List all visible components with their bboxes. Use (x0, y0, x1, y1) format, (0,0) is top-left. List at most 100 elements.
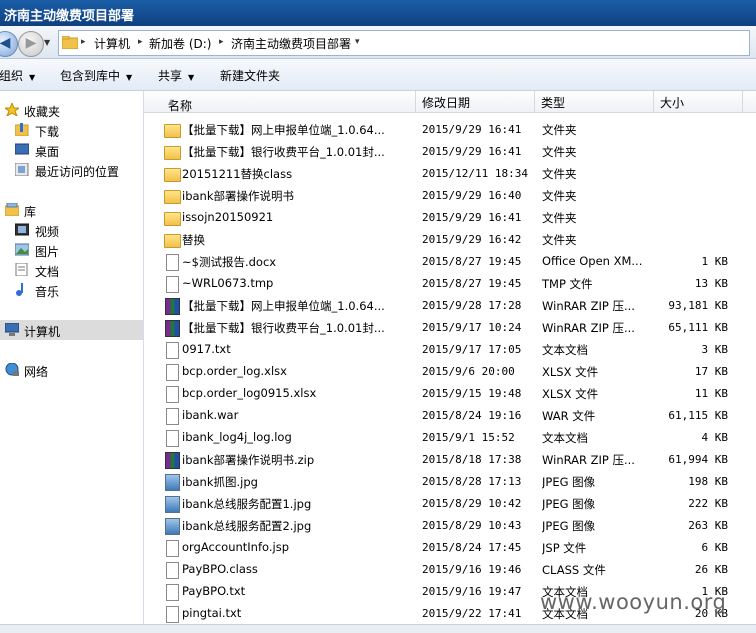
file-size: 17 KB (694, 365, 728, 378)
file-name: 【批量下载】网上申报单位端_1.0.64... (182, 299, 385, 313)
nav-desktop[interactable]: 桌面 (0, 140, 143, 160)
nav-pictures[interactable]: 图片 (0, 240, 143, 260)
chevron-right-icon[interactable]: ▸ (138, 37, 143, 47)
new-folder-button[interactable]: 新建文件夹 (220, 67, 280, 84)
nav-videos[interactable]: 视频 (0, 220, 143, 240)
file-size: 13 KB (694, 277, 728, 290)
sort-ascending-icon: ▲ (168, 97, 175, 106)
file-name: ibank.war (182, 408, 239, 422)
file-name: ibank部署操作说明书.zip (182, 453, 315, 467)
column-type[interactable]: 类型 (535, 91, 654, 112)
file-row[interactable]: 20151211替换class 2015/12/11 18:34 文件夹 (144, 163, 756, 185)
winrar-archive-icon (165, 320, 180, 337)
nav-music[interactable]: 音乐 (0, 280, 143, 300)
file-type: WinRAR ZIP 压... (542, 453, 635, 467)
file-row[interactable]: ibank部署操作说明书 2015/9/29 16:40 文件夹 (144, 185, 756, 207)
file-row[interactable]: ibank.war 2015/8/24 19:16 WAR 文件 61,115 KB (144, 405, 756, 427)
file-type: JPEG 图像 (542, 519, 596, 533)
nav-computer[interactable]: 计算机 (0, 320, 143, 340)
file-size: 263 KB (688, 519, 728, 532)
forward-button[interactable]: ▶ (18, 31, 44, 57)
breadcrumb-folder[interactable]: 济南主动缴费项目部署 (231, 35, 351, 52)
file-row[interactable]: 【批量下载】银行收费平台_1.0.01封... 2015/9/29 16:41 文件… (144, 141, 756, 163)
file-row[interactable]: ibank抓图.jpg 2015/8/28 17:13 JPEG 图像 198 KB (144, 471, 756, 493)
file-type: 文件夹 (542, 145, 577, 159)
nav-libraries[interactable]: 库 (0, 200, 143, 220)
file-row[interactable]: PayBPO.class 2015/9/16 19:46 CLASS 文件 26 KB (144, 559, 756, 581)
image-file-icon (165, 518, 180, 535)
file-icon (166, 254, 179, 271)
file-date: 2015/9/17 10:24 (422, 321, 522, 334)
share-button[interactable]: 共享 ▼ (158, 67, 194, 84)
file-name: 【批量下载】网上申报单位端_1.0.64... (182, 123, 385, 137)
nav-favorites[interactable]: 收藏夹 (0, 100, 143, 120)
file-date: 2015/9/29 16:41 (422, 123, 522, 136)
column-size[interactable]: 大小 (654, 91, 743, 112)
file-type: XLSX 文件 (542, 387, 599, 401)
file-name: ibank总线服务配置2.jpg (182, 519, 312, 533)
column-name[interactable]: 名称 ▲ (144, 91, 416, 113)
file-row[interactable]: 【批量下载】网上申报单位端_1.0.64... 2015/9/29 16:41 文件… (144, 119, 756, 141)
nav-downloads[interactable]: 下载 (0, 120, 143, 140)
organize-button[interactable]: 组织 ▼ (0, 67, 35, 84)
file-size: 4 KB (701, 431, 729, 444)
file-size: 1 KB (701, 255, 729, 268)
file-date: 2015/8/24 19:16 (422, 409, 522, 422)
nav-recent[interactable]: 最近访问的位置 (0, 160, 143, 180)
command-toolbar: 组织 ▼ 包含到库中 ▼ 共享 ▼ 新建文件夹 (0, 59, 756, 91)
file-row[interactable]: ibank总线服务配置2.jpg 2015/8/29 10:43 JPEG 图像 26… (144, 515, 756, 537)
file-row[interactable]: ~WRL0673.tmp 2015/8/27 19:45 TMP 文件 13 KB (144, 273, 756, 295)
file-row[interactable]: 0917.txt 2015/9/17 17:05 文本文档 3 KB (144, 339, 756, 361)
file-icon (166, 342, 179, 359)
file-name: ibank部署操作说明书 (182, 189, 294, 203)
folder-icon (164, 212, 181, 226)
include-library-button[interactable]: 包含到库中 ▼ (60, 67, 132, 84)
file-type: XLSX 文件 (542, 365, 599, 379)
file-date: 2015/9/29 16:41 (422, 211, 522, 224)
breadcrumb-drive[interactable]: 新加卷 (D:) (149, 35, 211, 52)
file-date: 2015/9/28 17:28 (422, 299, 522, 312)
file-name: 【批量下载】银行收费平台_1.0.01封... (182, 321, 385, 335)
file-icon (166, 408, 179, 425)
breadcrumb-computer[interactable]: 计算机 (94, 35, 130, 52)
nav-documents[interactable]: 文档 (0, 260, 143, 280)
folder-icon (62, 36, 78, 49)
file-row[interactable]: 【批量下载】网上申报单位端_1.0.64... 2015/9/28 17:28 Wi… (144, 295, 756, 317)
file-row[interactable]: ibank总线服务配置1.jpg 2015/8/29 10:42 JPEG 图像 22… (144, 493, 756, 515)
file-row[interactable]: ~$测试报告.docx 2015/8/27 19:45 Office Open XM… (144, 251, 756, 273)
folder-icon (164, 234, 181, 248)
file-row[interactable]: orgAccountInfo.jsp 2015/8/24 17:45 JSP 文件 6… (144, 537, 756, 559)
column-date[interactable]: 修改日期 (416, 91, 535, 112)
file-type: JPEG 图像 (542, 475, 596, 489)
nav-network[interactable]: 网络 (0, 360, 143, 380)
file-row[interactable]: 【批量下载】银行收费平台_1.0.01封... 2015/9/17 10:24 Wi… (144, 317, 756, 339)
back-button[interactable]: ◀ (0, 31, 18, 57)
file-name: 替换 (182, 233, 205, 247)
history-dropdown-icon[interactable]: ▼ (44, 38, 50, 47)
file-name: ~WRL0673.tmp (182, 276, 274, 290)
file-type: WAR 文件 (542, 409, 596, 423)
file-type: 文件夹 (542, 167, 577, 181)
file-type: WinRAR ZIP 压... (542, 321, 635, 335)
file-row[interactable]: ibank_log4j_log.log 2015/9/1 15:52 文本文档 4 K… (144, 427, 756, 449)
window-title: 济南主动缴费项目部署 (4, 9, 135, 24)
file-type: 文件夹 (542, 233, 577, 247)
file-date: 2015/9/15 19:48 (422, 387, 522, 400)
folder-icon (164, 124, 181, 138)
library-icon (5, 203, 19, 216)
file-row[interactable]: bcp.order_log0915.xlsx 2015/9/15 19:48 XLS… (144, 383, 756, 405)
file-name: pingtai.txt (182, 606, 242, 620)
breadcrumb[interactable]: ▸ 计算机 ▸ 新加卷 (D:) ▸ 济南主动缴费项目部署 ▾ (58, 30, 750, 56)
file-row[interactable]: ibank部署操作说明书.zip 2015/8/18 17:38 WinRAR ZI… (144, 449, 756, 471)
file-row[interactable]: 替换 2015/9/29 16:42 文件夹 (144, 229, 756, 251)
file-row[interactable]: bcp.order_log.xlsx 2015/9/6 20:00 XLSX 文件 1… (144, 361, 756, 383)
file-row[interactable]: issojn20150921 2015/9/29 16:41 文件夹 (144, 207, 756, 229)
chevron-right-icon[interactable]: ▸ (81, 37, 86, 47)
chevron-down-icon[interactable]: ▾ (355, 37, 360, 47)
file-size: 61,115 KB (668, 409, 728, 422)
file-size: 65,111 KB (668, 321, 728, 334)
chevron-right-icon[interactable]: ▸ (219, 37, 224, 47)
file-icon (166, 364, 179, 381)
file-date: 2015/8/24 17:45 (422, 541, 522, 554)
file-type: 文本文档 (542, 343, 588, 357)
